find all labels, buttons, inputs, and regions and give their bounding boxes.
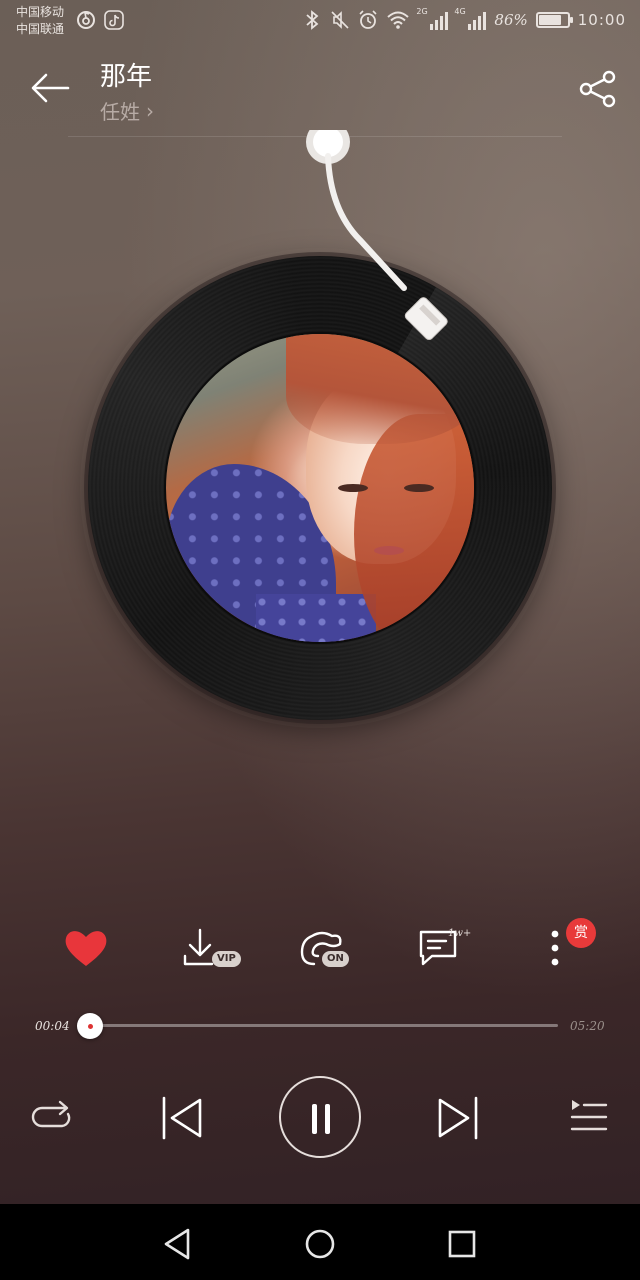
nav-back-button[interactable] bbox=[158, 1224, 198, 1264]
playlist-button[interactable] bbox=[566, 1096, 610, 1136]
artist-link[interactable]: 任姓 › bbox=[100, 96, 154, 125]
current-time: 00:04 bbox=[35, 1019, 70, 1033]
cover-detail bbox=[404, 484, 434, 492]
on-badge: ON bbox=[322, 951, 349, 967]
battery-icon bbox=[535, 12, 573, 28]
nav-home-button[interactable] bbox=[300, 1224, 340, 1264]
next-button[interactable] bbox=[434, 1094, 482, 1142]
nav-recents-button[interactable] bbox=[442, 1224, 482, 1264]
reward-badge[interactable]: 赏 bbox=[566, 918, 596, 948]
previous-button[interactable] bbox=[158, 1094, 206, 1142]
heart-icon bbox=[65, 931, 107, 966]
signal-4g-icon: 4G bbox=[454, 7, 487, 30]
carrier-2: 中国联通 bbox=[16, 22, 65, 36]
cover-detail bbox=[354, 414, 474, 642]
song-title: 那年 bbox=[100, 62, 153, 92]
carrier-1: 中国移动 bbox=[16, 5, 65, 19]
sound-effect-button[interactable]: ON bbox=[298, 926, 362, 974]
skip-next-icon bbox=[438, 1096, 478, 1140]
album-cover[interactable] bbox=[164, 332, 476, 644]
battery-fill bbox=[538, 15, 562, 25]
mute-icon bbox=[330, 9, 350, 31]
wifi-icon bbox=[386, 9, 410, 31]
alarm-icon bbox=[358, 9, 378, 31]
tiktok-icon bbox=[104, 10, 124, 30]
artist-name: 任姓 bbox=[100, 100, 140, 124]
battery-percent: 86% bbox=[494, 11, 528, 29]
status-app-icons bbox=[76, 10, 124, 30]
pause-button[interactable] bbox=[279, 1076, 361, 1158]
download-button[interactable]: VIP bbox=[182, 926, 246, 974]
system-nav-bar bbox=[0, 1204, 640, 1280]
signal-2g-icon: 2G bbox=[416, 7, 449, 30]
playlist-icon bbox=[570, 1100, 608, 1131]
triangle-back-icon bbox=[164, 1228, 190, 1260]
tonearm bbox=[306, 130, 448, 341]
progress-thumb[interactable] bbox=[76, 1013, 103, 1039]
back-arrow-icon bbox=[31, 73, 70, 103]
square-recents-icon bbox=[448, 1230, 476, 1258]
cover-detail bbox=[338, 484, 368, 492]
comment-count: 1w+ bbox=[448, 928, 472, 939]
share-icon bbox=[579, 70, 616, 108]
bluetooth-icon bbox=[302, 9, 322, 31]
total-time: 05:20 bbox=[570, 1019, 605, 1033]
signal-2g-label: 2G bbox=[416, 7, 428, 16]
cover-detail bbox=[374, 546, 404, 555]
status-indicators: 2G 4G 86% 10:00 bbox=[302, 7, 626, 31]
netease-music-icon bbox=[76, 10, 96, 30]
signal-4g-label: 4G bbox=[454, 7, 466, 16]
progress-track[interactable] bbox=[84, 1024, 558, 1027]
share-button[interactable] bbox=[578, 70, 618, 110]
chevron-right-icon: › bbox=[146, 98, 154, 123]
back-button[interactable] bbox=[28, 68, 72, 112]
status-bar: 中国移动 中国联通 2G 4G 86% 10:00 bbox=[0, 0, 640, 44]
skip-previous-icon bbox=[162, 1096, 202, 1140]
like-button[interactable] bbox=[62, 926, 126, 974]
vip-badge: VIP bbox=[212, 951, 241, 967]
repeat-icon bbox=[31, 1100, 71, 1128]
circle-home-icon bbox=[305, 1229, 335, 1259]
cover-detail bbox=[256, 594, 376, 642]
status-time: 10:00 bbox=[577, 11, 626, 29]
repeat-button[interactable] bbox=[30, 1096, 74, 1140]
carrier-info: 中国移动 中国联通 bbox=[16, 4, 64, 38]
